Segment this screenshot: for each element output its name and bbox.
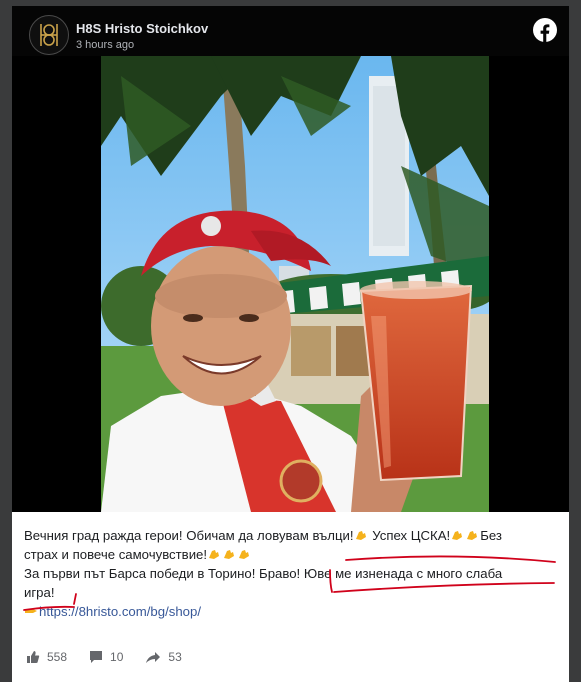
- flexed-biceps-emoji-icon: [355, 531, 366, 540]
- post-header: H8S Hristo Stoichkov 3 hours ago: [12, 6, 569, 56]
- flexed-biceps-emoji-icon: [239, 550, 250, 559]
- like-count-value: 558: [47, 650, 68, 664]
- post-timestamp[interactable]: 3 hours ago: [76, 39, 134, 51]
- pointing-right-emoji-icon: [25, 609, 37, 613]
- flexed-biceps-emoji-icon: [224, 550, 235, 559]
- share-icon: [146, 652, 161, 663]
- shop-link[interactable]: https://8hristo.com/bg/shop/: [39, 604, 201, 619]
- caption-text-3b: Юве ме изненада с много слаба: [303, 566, 503, 581]
- caption-text-1: Вечния град ражда герои! Обичам да ловув…: [24, 528, 354, 543]
- like-count[interactable]: 558: [26, 650, 67, 664]
- comment-count[interactable]: 10: [89, 650, 123, 664]
- selfie-photo: [101, 56, 489, 512]
- post-body: Вечния град ражда герои! Обичам да ловув…: [12, 512, 569, 682]
- caption-text-2: страх и повече самочувствие!: [24, 547, 208, 562]
- caption-text-1c: Без: [480, 528, 502, 543]
- avatar[interactable]: [29, 15, 69, 55]
- caption-line-4: игра!: [24, 583, 559, 602]
- h8s-logo-icon: [40, 24, 58, 46]
- comment-icon: [90, 651, 103, 663]
- caption-line-1: Вечния град ражда герои! Обичам да ловув…: [24, 526, 559, 545]
- post-photo-frame: [12, 56, 569, 512]
- post-caption: Вечния град ражда герои! Обичам да ловув…: [24, 526, 559, 621]
- post-author[interactable]: H8S Hristo Stoichkov: [76, 21, 208, 36]
- flexed-biceps-emoji-icon: [452, 531, 463, 540]
- caption-line-5: https://8hristo.com/bg/shop/: [24, 602, 559, 621]
- flexed-biceps-emoji-icon: [209, 550, 220, 559]
- caption-line-2: страх и повече самочувствие!: [24, 545, 559, 564]
- share-count-value: 53: [168, 650, 182, 664]
- thumbs-up-icon: [27, 651, 40, 663]
- flexed-biceps-emoji-icon: [467, 531, 478, 540]
- post-photo[interactable]: [101, 56, 489, 512]
- caption-text-4: игра!: [24, 585, 55, 600]
- comment-count-value: 10: [110, 650, 124, 664]
- facebook-icon[interactable]: [533, 18, 557, 42]
- caption-text-1b: Успех ЦСКА!: [368, 528, 451, 543]
- share-count[interactable]: 53: [145, 650, 182, 664]
- caption-line-3: За първи път Барса победи в Торино! Брав…: [24, 564, 559, 583]
- post-stats: 558 10 53: [26, 650, 204, 664]
- facebook-post: H8S Hristo Stoichkov 3 hours ago Вечния …: [12, 6, 569, 682]
- caption-text-3: За първи път Барса победи в Торино! Брав…: [24, 566, 301, 581]
